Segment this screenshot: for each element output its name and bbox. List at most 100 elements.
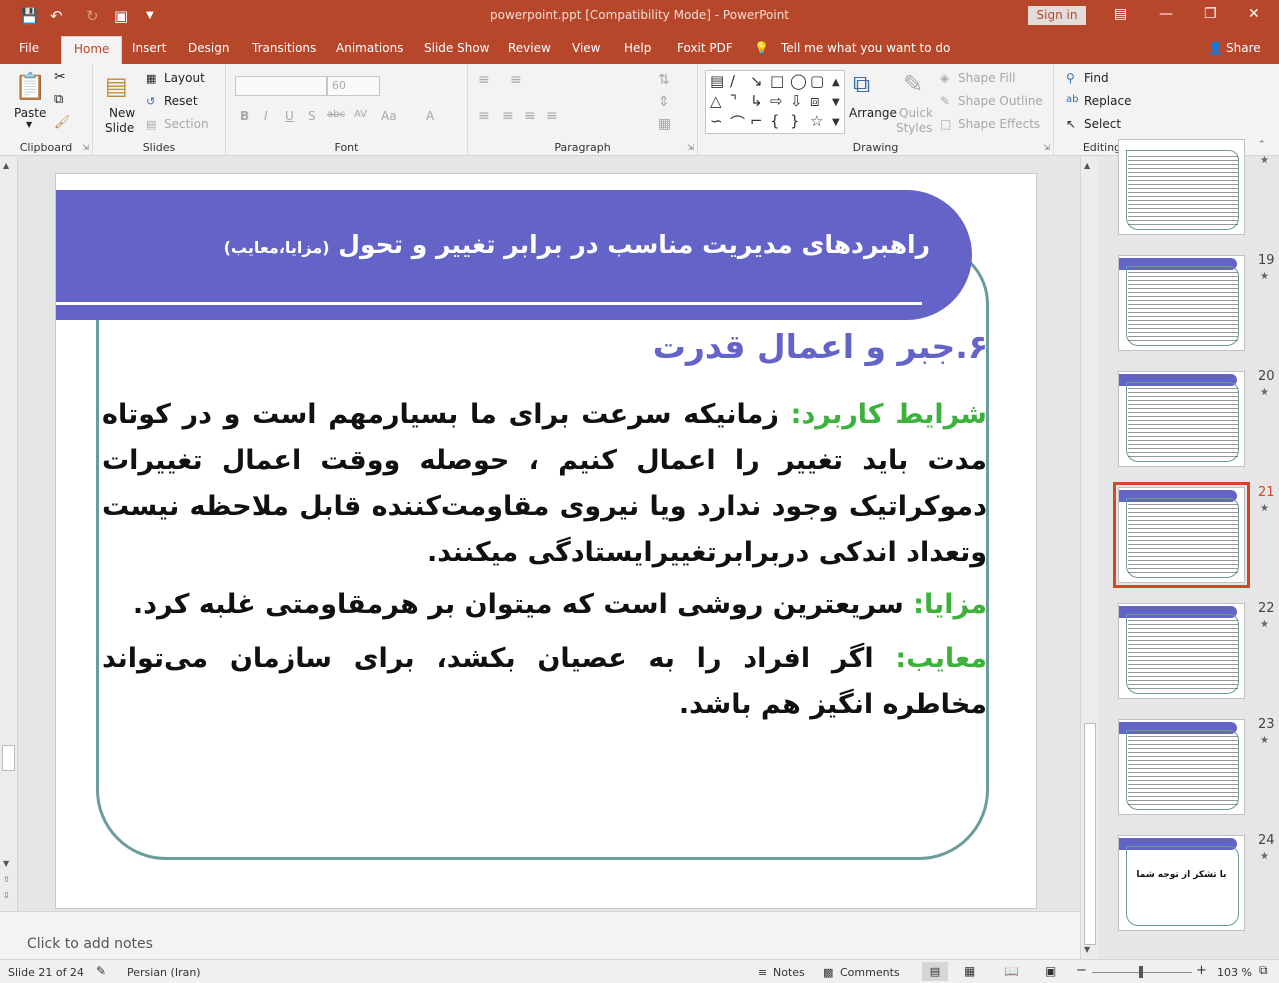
- gallery-down-icon[interactable]: ▼: [832, 97, 840, 108]
- notes-pane[interactable]: Click to add notes: [0, 911, 1080, 959]
- previous-slide-icon[interactable]: ⇧: [3, 875, 10, 884]
- slide-thumbnail[interactable]: [1118, 603, 1245, 699]
- align-center-icon[interactable]: ≡: [502, 108, 514, 124]
- tab-help[interactable]: Help: [624, 41, 651, 55]
- layout-button[interactable]: Layout: [164, 71, 205, 85]
- paste-dropdown-icon[interactable]: ▼: [26, 120, 32, 129]
- tell-me-search[interactable]: Tell me what you want to do: [781, 41, 950, 55]
- new-slide-label[interactable]: New: [109, 106, 135, 120]
- numbering-icon[interactable]: ≡: [510, 72, 522, 88]
- maximize-button[interactable]: ❐: [1204, 6, 1217, 22]
- down-arrow-shape-icon[interactable]: ⇩: [790, 92, 803, 110]
- gallery-up-icon[interactable]: ▲: [832, 77, 840, 88]
- underline-button[interactable]: U: [285, 109, 294, 123]
- zoom-out-icon[interactable]: −: [1076, 963, 1087, 978]
- zoom-in-icon[interactable]: +: [1196, 963, 1207, 978]
- smartart-icon[interactable]: ▦: [658, 116, 671, 132]
- shadow-button[interactable]: S: [308, 109, 316, 123]
- scroll-thumb[interactable]: [1084, 723, 1096, 945]
- arrow-line-shape-icon[interactable]: ↘: [750, 72, 763, 90]
- arrange-button[interactable]: Arrange: [849, 106, 897, 120]
- zoom-slider-thumb[interactable]: [1139, 966, 1143, 978]
- align-right-icon[interactable]: ≡: [524, 108, 536, 124]
- textbox-shape-icon[interactable]: ▤: [710, 72, 724, 90]
- tab-slide-show[interactable]: Slide Show: [424, 41, 489, 55]
- minimize-button[interactable]: —: [1159, 6, 1173, 22]
- bold-button[interactable]: B: [240, 109, 249, 123]
- right-brace-icon[interactable]: }: [790, 112, 800, 130]
- find-button[interactable]: Find: [1084, 71, 1109, 85]
- replace-button[interactable]: Replace: [1084, 94, 1131, 108]
- shape-effects-button[interactable]: Shape Effects: [958, 117, 1040, 131]
- justify-icon[interactable]: ≡: [546, 108, 558, 124]
- current-slide[interactable]: راهبردهای مدیریت مناسب در برابر تغییر و …: [55, 173, 1037, 909]
- reading-view-icon[interactable]: 📖: [1004, 964, 1019, 978]
- paste-button[interactable]: Paste: [14, 106, 46, 120]
- slide-thumbnail[interactable]: [1118, 371, 1245, 467]
- elbow-connector-icon[interactable]: ⌝: [730, 92, 737, 110]
- bullets-icon[interactable]: ≡: [478, 72, 490, 88]
- select-button[interactable]: Select: [1084, 117, 1121, 131]
- oval-shape-icon[interactable]: ◯: [790, 72, 807, 90]
- tab-insert[interactable]: Insert: [132, 41, 166, 55]
- close-button[interactable]: ✕: [1248, 6, 1260, 22]
- tab-review[interactable]: Review: [508, 41, 551, 55]
- new-slide-icon[interactable]: ▤: [105, 72, 128, 100]
- collapse-ribbon-icon[interactable]: ⌃: [1258, 140, 1266, 150]
- font-size-combo[interactable]: 60: [327, 76, 380, 96]
- slide-title[interactable]: راهبردهای مدیریت مناسب در برابر تغییر و …: [224, 230, 930, 259]
- next-slide-icon[interactable]: ⇩: [3, 891, 10, 900]
- cut-icon[interactable]: ✂: [54, 69, 66, 85]
- right-arrow-shape-icon[interactable]: ⇨: [770, 92, 783, 110]
- scroll-down-icon[interactable]: ▼: [1084, 945, 1090, 954]
- reset-button[interactable]: Reset: [164, 94, 198, 108]
- character-spacing-button[interactable]: AV: [354, 109, 367, 120]
- slide-heading[interactable]: ۶.جبر و اعمال قدرت: [653, 327, 988, 366]
- star-shape-icon[interactable]: ☆: [810, 112, 823, 130]
- flowchart-shape-icon[interactable]: ⧈: [810, 92, 820, 110]
- rectangle-shape-icon[interactable]: □: [770, 72, 784, 90]
- paragraph-conditions[interactable]: شرایط کاربرد: زمانیکه سرعت برای ما بسیار…: [102, 392, 987, 576]
- left-scroll-up-icon[interactable]: ▲: [3, 161, 9, 170]
- align-left-icon[interactable]: ≡: [478, 108, 490, 124]
- spell-check-icon[interactable]: ✎: [96, 964, 106, 978]
- arrange-icon[interactable]: ⧉: [853, 70, 870, 98]
- arc-shape-icon[interactable]: ⌒: [730, 112, 745, 133]
- paragraph-disadvantages[interactable]: معایب: اگر افراد را به عصیان بکشد، برای …: [102, 636, 987, 728]
- tab-file[interactable]: File: [19, 41, 39, 55]
- section-button[interactable]: Section: [164, 117, 209, 131]
- format-painter-icon[interactable]: 🖌: [54, 115, 71, 130]
- paragraph-launcher-icon[interactable]: ⇲: [687, 143, 694, 152]
- left-scroll-down-icon[interactable]: ▼: [3, 859, 9, 868]
- sign-in-button[interactable]: Sign in: [1028, 6, 1086, 25]
- fit-to-window-icon[interactable]: ⧉: [1259, 963, 1268, 978]
- notes-button[interactable]: Notes: [773, 966, 805, 979]
- slide-show-icon[interactable]: ▣: [1045, 964, 1056, 978]
- freeform-shape-icon[interactable]: ∽: [710, 112, 723, 130]
- tab-animations[interactable]: Animations: [336, 41, 403, 55]
- shape-outline-button[interactable]: Shape Outline: [958, 94, 1043, 108]
- bent-arrow-icon[interactable]: ↳: [750, 92, 763, 110]
- shape-fill-button[interactable]: Shape Fill: [958, 71, 1015, 85]
- slide-thumbnail[interactable]: [1118, 139, 1245, 235]
- normal-view-icon[interactable]: ▤: [922, 962, 948, 981]
- tab-foxit-pdf[interactable]: Foxit PDF: [677, 41, 733, 55]
- tab-transitions[interactable]: Transitions: [252, 41, 316, 55]
- slide-thumbnail[interactable]: [1118, 719, 1245, 815]
- line-shape-icon[interactable]: ∕: [730, 72, 735, 90]
- slide-thumbnail-selected[interactable]: [1113, 482, 1250, 588]
- triangle-shape-icon[interactable]: △: [710, 92, 722, 110]
- paste-icon[interactable]: 📋: [14, 72, 46, 102]
- copy-icon[interactable]: ⧉: [54, 92, 63, 107]
- tab-view[interactable]: View: [572, 41, 600, 55]
- language-indicator[interactable]: Persian (Iran): [127, 966, 201, 979]
- ribbon-display-icon[interactable]: ▤: [1114, 6, 1127, 22]
- font-color-button[interactable]: A: [426, 109, 434, 123]
- strikethrough-button[interactable]: abc: [327, 109, 345, 120]
- italic-button[interactable]: I: [264, 109, 268, 123]
- text-direction-icon[interactable]: ⇅: [658, 72, 670, 88]
- rounded-rect-shape-icon[interactable]: ▢: [810, 72, 824, 90]
- share-button[interactable]: Share: [1226, 41, 1261, 55]
- quick-styles-label-2[interactable]: Styles: [896, 121, 932, 135]
- slide-sorter-icon[interactable]: ▦: [964, 964, 975, 978]
